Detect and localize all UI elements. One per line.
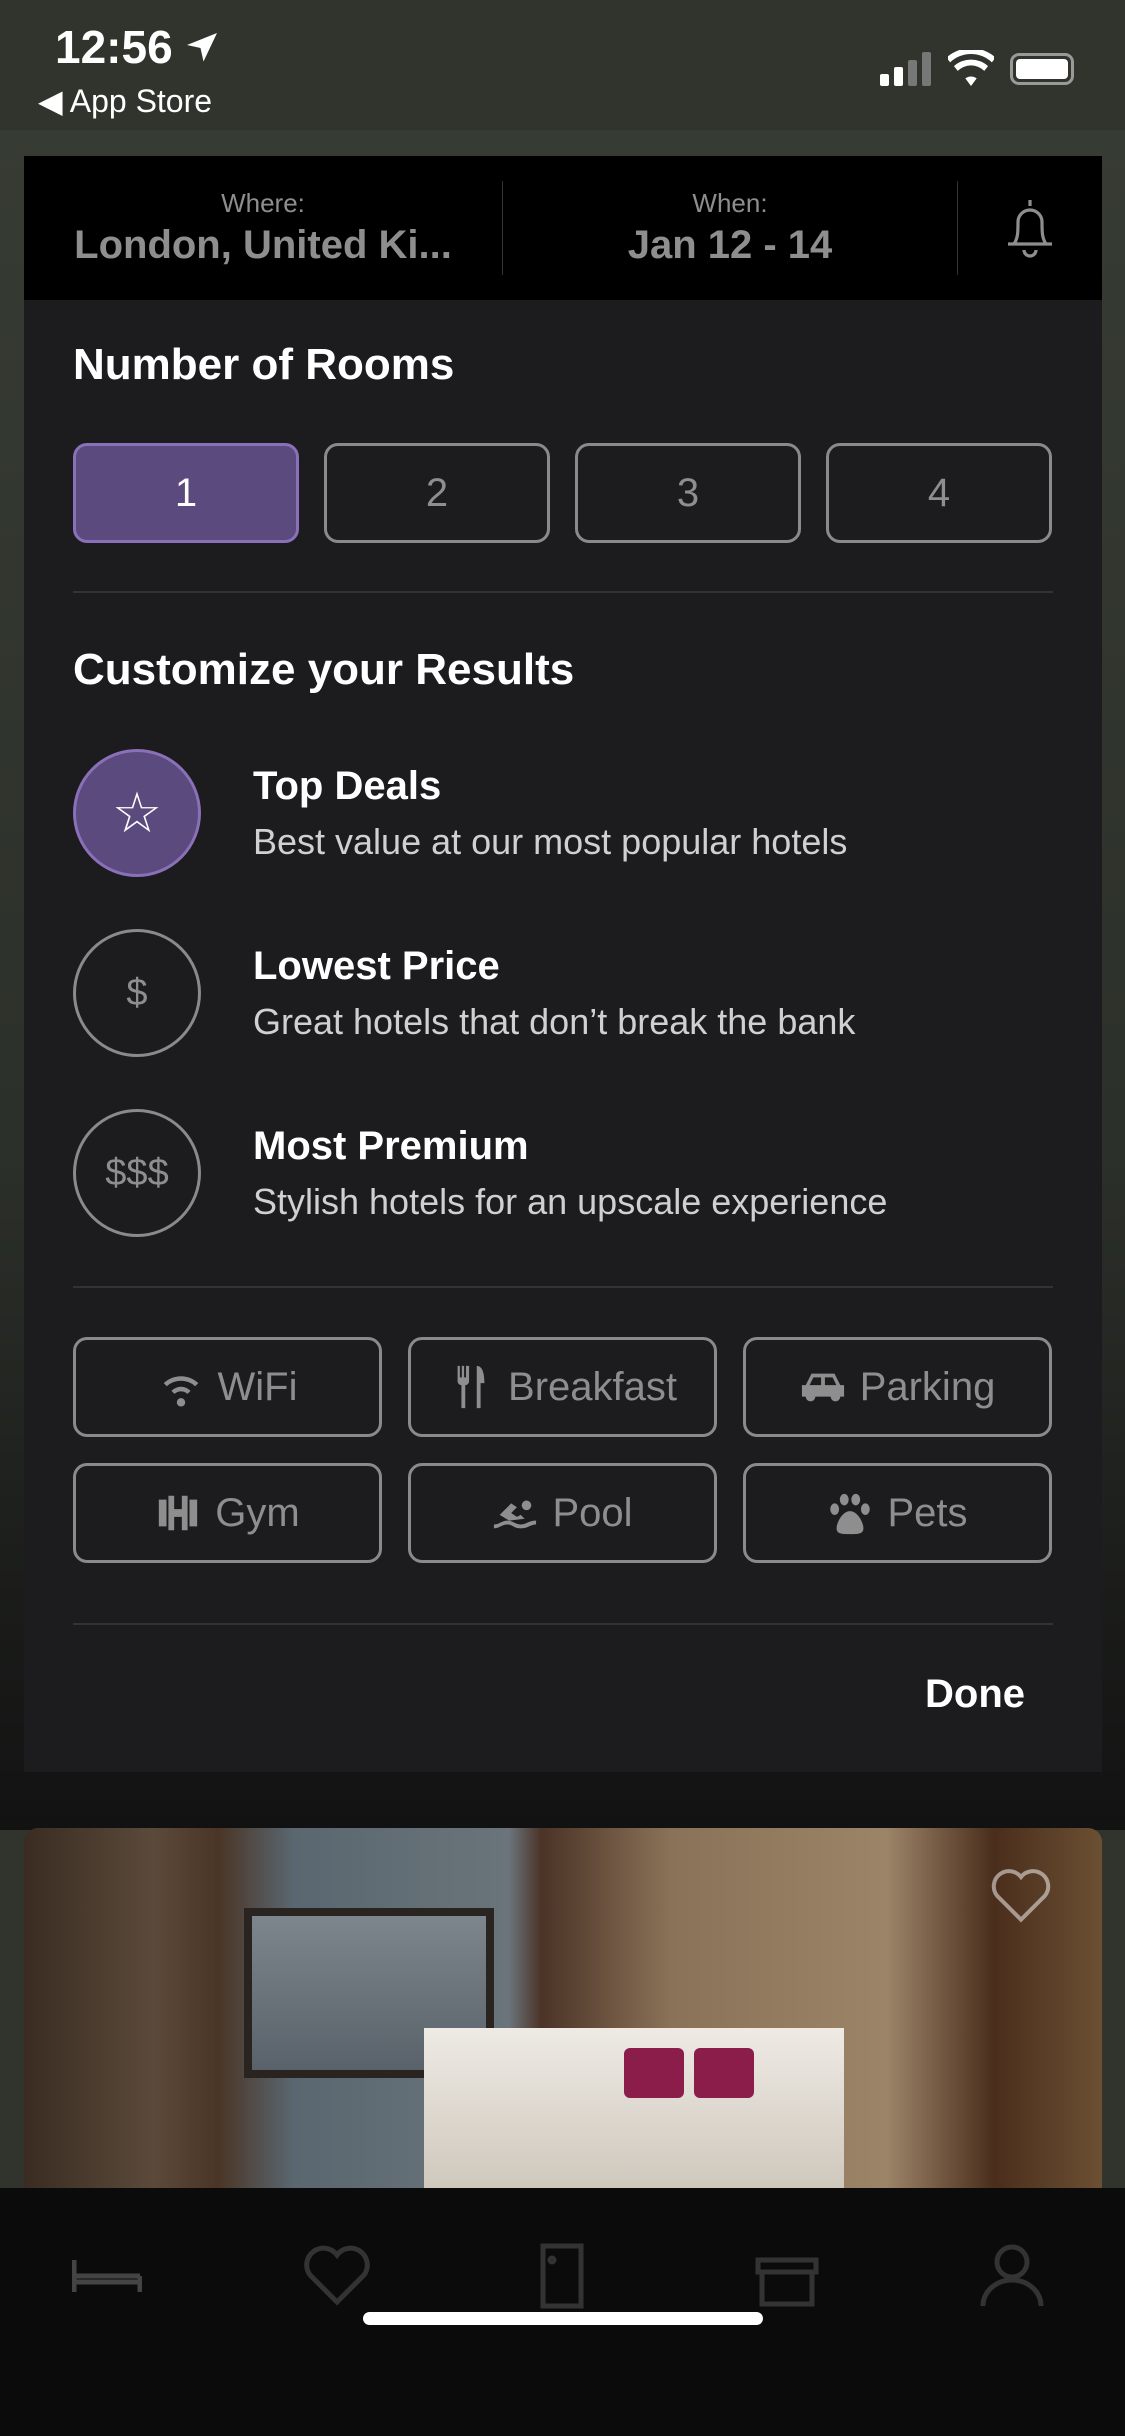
option-title: Most Premium	[253, 1123, 529, 1168]
option-subtitle: Great hotels that don’t break the bank	[253, 1000, 856, 1042]
amenity-label: WiFi	[217, 1364, 298, 1409]
where-label: Where:	[221, 188, 305, 218]
when-value: Jan 12 - 14	[627, 223, 833, 267]
back-label: App Store	[69, 83, 213, 119]
rooms-selector: 1 2 3 4	[73, 443, 1052, 543]
amenity-gym[interactable]: Gym	[73, 1463, 382, 1563]
gift-icon	[755, 2257, 819, 2307]
home-indicator[interactable]	[363, 2312, 763, 2325]
tab-profile[interactable]	[977, 2240, 1047, 2310]
room-option-1[interactable]: 1	[73, 443, 299, 543]
wifi-status-icon	[948, 50, 994, 86]
room-option-4[interactable]: 4	[826, 443, 1052, 543]
tab-favorites[interactable]	[302, 2240, 372, 2310]
option-most-premium[interactable]: $$$ Most Premium Stylish hotels for an up…	[73, 1109, 887, 1237]
hotel-photo[interactable]	[24, 1828, 1102, 2188]
battery-icon	[1010, 53, 1074, 85]
dollar-icon: $	[73, 929, 201, 1057]
done-button[interactable]: Done	[925, 1672, 1025, 1717]
room-option-3[interactable]: 3	[575, 443, 801, 543]
option-lowest-price[interactable]: $ Lowest Price Great hotels that don’t br…	[73, 929, 855, 1057]
car-icon	[801, 1373, 844, 1402]
amenity-label: Breakfast	[508, 1364, 677, 1409]
door-icon	[540, 2243, 584, 2309]
status-time: 12:56	[55, 21, 173, 73]
tab-rewards[interactable]	[752, 2240, 822, 2310]
pillow	[694, 2048, 754, 2098]
bell-icon	[1008, 200, 1052, 258]
tab-hotels[interactable]	[71, 2240, 143, 2310]
amenity-pets[interactable]: Pets	[743, 1463, 1052, 1563]
pillow	[624, 2048, 684, 2098]
back-to-app-store[interactable]: ◀ App Store	[38, 82, 212, 120]
tab-bookings[interactable]	[527, 2240, 597, 2310]
divider	[73, 1286, 1053, 1288]
alerts-button[interactable]	[958, 156, 1102, 300]
amenities-grid: WiFi Breakfast Parking Gym Pool Pets	[73, 1337, 1052, 1563]
option-top-deals[interactable]: ☆ Top Deals Best value at our most popula…	[73, 749, 847, 877]
amenity-pool[interactable]: Pool	[408, 1463, 717, 1563]
fork-knife-icon	[457, 1365, 485, 1409]
rooms-title: Number of Rooms	[73, 340, 455, 389]
amenity-label: Gym	[215, 1490, 300, 1535]
star-icon: ☆	[73, 749, 201, 877]
option-subtitle: Stylish hotels for an upscale experience	[253, 1180, 888, 1222]
amenity-label: Pets	[887, 1490, 968, 1535]
option-title: Lowest Price	[253, 943, 500, 988]
dumbbell-icon	[159, 1495, 198, 1531]
where-field[interactable]: Where: London, United Ki...	[24, 156, 502, 300]
person-icon	[980, 2244, 1044, 2307]
divider	[73, 1623, 1053, 1625]
option-title: Top Deals	[253, 763, 442, 808]
amenity-label: Pool	[552, 1490, 633, 1535]
customize-title: Customize your Results	[73, 645, 575, 694]
amenity-wifi[interactable]: WiFi	[73, 1337, 382, 1437]
option-subtitle: Best value at our most popular hotels	[253, 820, 848, 862]
swimmer-icon	[494, 1500, 537, 1529]
filter-sheet: Number of Rooms 1 2 3 4 Customize your R…	[24, 300, 1102, 1772]
room-option-2[interactable]: 2	[324, 443, 550, 543]
amenity-label: Parking	[859, 1364, 996, 1409]
favorite-heart-icon[interactable]	[989, 1863, 1053, 1923]
paw-icon	[830, 1493, 871, 1535]
wifi-icon	[163, 1376, 198, 1407]
when-field[interactable]: When: Jan 12 - 14	[503, 156, 957, 300]
when-label: When:	[692, 188, 768, 218]
divider	[73, 591, 1053, 593]
where-value: London, United Ki...	[74, 223, 452, 267]
bed-icon	[71, 2260, 143, 2292]
triple-dollar-icon: $$$	[73, 1109, 201, 1237]
amenity-breakfast[interactable]: Breakfast	[408, 1337, 717, 1437]
heart-icon	[304, 2245, 370, 2306]
search-header: Where: London, United Ki... When: Jan 12…	[24, 156, 1102, 300]
amenity-parking[interactable]: Parking	[743, 1337, 1052, 1437]
location-arrow-icon	[187, 33, 217, 62]
signal-icon	[880, 52, 931, 86]
